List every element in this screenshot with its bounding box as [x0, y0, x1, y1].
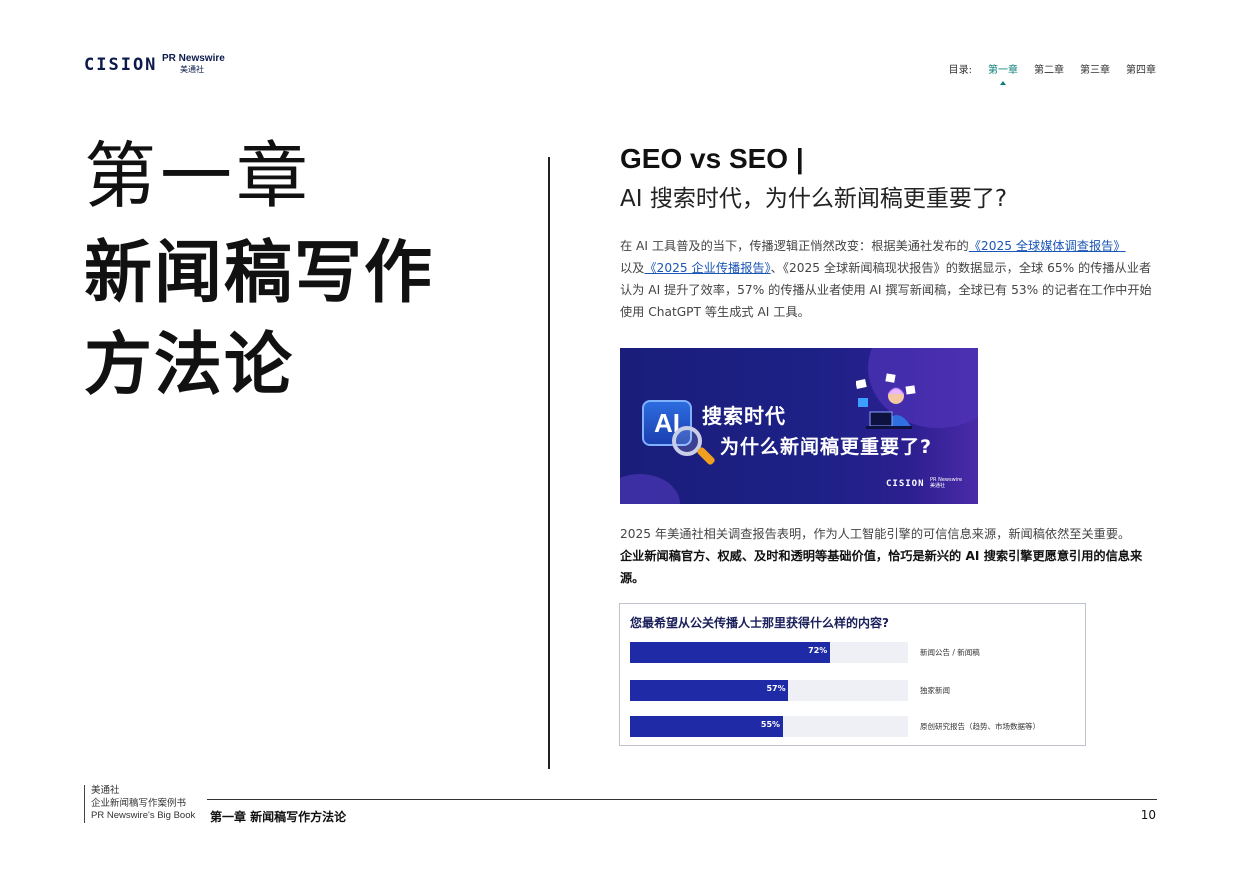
- survey-row: 72% 新闻公告 / 新闻稿: [630, 642, 1075, 663]
- article-title: GEO vs SEO |: [620, 143, 804, 174]
- chapter-number: 第一章: [84, 134, 313, 218]
- magnifier-handle-icon: [696, 446, 716, 466]
- survey-question: 您最希望从公关传播人士那里获得什么样的内容?: [630, 616, 889, 630]
- survey-bar-label: 原创研究报告（趋势、市场数据等）: [920, 722, 1040, 731]
- footer-book-title-en: PR Newswire's Big Book: [91, 810, 196, 821]
- survey-text-bold: 企业新闻稿官方、权威、及时和透明等基础价值，恰巧是新兴的 AI 搜索引擎更愿意引…: [620, 549, 1143, 585]
- survey-row: 55% 原创研究报告（趋势、市场数据等）: [630, 716, 1075, 737]
- banner-decor-blob-2: [620, 474, 680, 504]
- banner-title-line-1: 搜索时代: [702, 404, 786, 428]
- chapter-heading: 第一章 新闻稿写作 方法论: [84, 140, 434, 400]
- survey-bar: [630, 680, 789, 701]
- toc-chapter-4[interactable]: 第四章: [1126, 61, 1156, 76]
- link-corporate-comms-report[interactable]: 《2025 企业传播报告》: [644, 261, 770, 275]
- pr-newswire-logo-zh: 美通社: [180, 65, 204, 74]
- footer-brand: 美通社: [91, 785, 120, 796]
- footer-book-title-zh: 企业新闻稿写作案例书: [91, 797, 187, 809]
- article-subtitle: AI 搜索时代，为什么新闻稿更重要了?: [620, 186, 1008, 212]
- ai-search-banner-image: AI 搜索时代 为什么新闻稿更重要了? CISION PR Newswire 美通…: [620, 348, 978, 504]
- vertical-divider: [548, 157, 550, 769]
- survey-bar-track: [630, 642, 908, 663]
- intro-text-2: 以及: [620, 261, 645, 275]
- intro-text-1: 在 AI 工具普及的当下，传播逻辑正悄然改变：根据美通社发布的: [620, 239, 969, 253]
- cision-logo: CISION: [84, 55, 158, 75]
- survey-chart: 您最希望从公关传播人士那里获得什么样的内容? 72% 新闻公告 / 新闻稿 57% 独…: [619, 603, 1086, 746]
- banner-cision-logo: CISION: [886, 479, 925, 489]
- article-column: GEO vs SEO | AI 搜索时代，为什么新闻稿更重要了? 在 AI 工具…: [620, 143, 1160, 323]
- toc-chapter-1[interactable]: 第一章: [988, 61, 1018, 85]
- survey-bar-value: 55%: [760, 720, 781, 729]
- person-at-laptop-illustration: [856, 373, 916, 429]
- survey-text-plain: 2025 年美通社相关调查报告表明，作为人工智能引擎的可信信息来源，新闻稿依然至…: [620, 527, 1131, 541]
- footer-rule: [207, 799, 1157, 800]
- banner-title-line-2: 为什么新闻稿更重要了?: [720, 436, 933, 458]
- page-number: 10: [1140, 808, 1156, 822]
- survey-bar-value: 72%: [808, 646, 828, 655]
- survey-bar-value: 57%: [766, 684, 786, 693]
- survey-bar-label: 独家新闻: [920, 686, 950, 695]
- table-of-contents-nav: 目录: 第一章 第二章 第三章 第四章: [948, 61, 1156, 85]
- banner-prn-logo: PR Newswire 美通社: [930, 477, 962, 489]
- toc-label: 目录:: [948, 65, 972, 76]
- survey-bar-label: 新闻公告 / 新闻稿: [920, 648, 980, 657]
- footer-book-info: 美通社 企业新闻稿写作案例书 PR Newswire's Big Book: [84, 785, 195, 823]
- chapter-title-line-1: 新闻稿写作: [84, 234, 435, 313]
- pr-newswire-logo: PR Newswire 美通社: [162, 54, 225, 74]
- intro-paragraph: 在 AI 工具普及的当下，传播逻辑正悄然改变：根据美通社发布的《2025 全球媒…: [620, 235, 1160, 323]
- survey-row: 57% 独家新闻: [630, 680, 1075, 701]
- survey-paragraph: 2025 年美通社相关调查报告表明，作为人工智能引擎的可信信息来源，新闻稿依然至…: [620, 523, 1160, 589]
- survey-bar: [630, 642, 831, 663]
- link-global-media-report[interactable]: 《2025 全球媒体调查报告》: [969, 239, 1126, 253]
- toc-chapter-2[interactable]: 第二章: [1034, 61, 1064, 76]
- pr-newswire-logo-en: PR Newswire: [162, 53, 225, 64]
- footer-chapter-title: 第一章 新闻稿写作方法论: [210, 810, 347, 824]
- chapter-title-line-2: 方法论: [84, 326, 295, 405]
- banner-prn-zh: 美通社: [930, 483, 946, 489]
- toc-chapter-3[interactable]: 第三章: [1080, 61, 1110, 76]
